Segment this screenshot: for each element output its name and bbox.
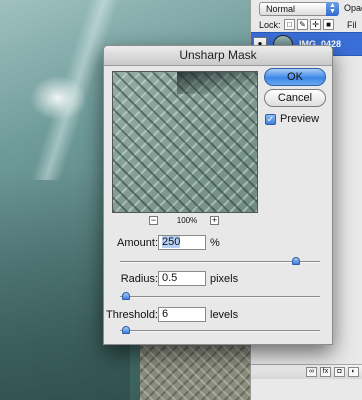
layers-panel-footer: ∞ fx ◘ ◐ xyxy=(251,364,362,379)
preview-shadow xyxy=(177,72,257,94)
lock-paint-icon[interactable]: ✎ xyxy=(297,19,308,30)
amount-label: Amount: xyxy=(117,237,158,249)
select-arrows-icon: ▲ ▼ xyxy=(326,2,339,16)
layer-mask-icon[interactable]: ◘ xyxy=(334,367,345,377)
zoom-controls: − 100% + xyxy=(112,216,258,226)
zoom-level: 100% xyxy=(176,216,198,225)
threshold-unit: levels xyxy=(210,309,239,321)
preview-checkbox[interactable]: ✓ xyxy=(265,113,276,125)
amount-unit: % xyxy=(210,237,220,249)
radius-row: Radius: 0.5 pixels xyxy=(104,271,332,287)
lock-label: Lock: xyxy=(259,20,281,30)
unsharp-mask-dialog: Unsharp Mask − 100% + OK Cancel ✓ Previe… xyxy=(103,45,333,345)
zoom-out-button[interactable]: − xyxy=(149,216,158,225)
link-layers-icon[interactable]: ∞ xyxy=(306,367,317,377)
amount-input[interactable]: 250 xyxy=(158,235,206,250)
adjustment-layer-icon[interactable]: ◐ xyxy=(348,367,359,377)
radius-input[interactable]: 0.5 xyxy=(158,271,206,286)
radius-unit: pixels xyxy=(210,273,239,285)
threshold-label: Threshold: xyxy=(106,309,158,321)
blend-mode-select[interactable]: Normal ▲ ▼ xyxy=(259,2,339,16)
threshold-slider[interactable] xyxy=(120,326,320,334)
preview-label: Preview xyxy=(280,113,320,125)
radius-label: Radius: xyxy=(120,273,158,285)
radius-slider-thumb[interactable] xyxy=(122,292,130,300)
zoom-in-button[interactable]: + xyxy=(210,216,219,225)
dialog-title[interactable]: Unsharp Mask xyxy=(104,46,332,66)
fill-label: Fil xyxy=(347,20,357,30)
amount-value: 250 xyxy=(162,236,181,248)
ok-button[interactable]: OK xyxy=(264,68,326,86)
lock-buttons: □ ✎ ✛ ■ xyxy=(284,19,334,30)
lock-all-icon[interactable]: ■ xyxy=(323,19,334,30)
cancel-button[interactable]: Cancel xyxy=(264,89,326,107)
radius-slider[interactable] xyxy=(120,292,320,300)
amount-slider-thumb[interactable] xyxy=(292,257,300,265)
threshold-input[interactable]: 6 xyxy=(158,307,206,322)
threshold-slider-thumb[interactable] xyxy=(122,326,130,334)
blend-mode-value: Normal xyxy=(266,4,296,14)
preview-image[interactable] xyxy=(112,71,258,213)
layer-style-icon[interactable]: fx xyxy=(320,367,331,377)
opacity-label: Opacity xyxy=(344,3,362,13)
lock-transparency-icon[interactable]: □ xyxy=(284,19,295,30)
threshold-row: Threshold: 6 levels xyxy=(104,307,332,323)
lock-position-icon[interactable]: ✛ xyxy=(310,19,321,30)
amount-slider[interactable] xyxy=(120,257,320,265)
amount-row: Amount: 250 % xyxy=(104,235,332,251)
preview-option[interactable]: ✓ Preview xyxy=(265,113,319,125)
